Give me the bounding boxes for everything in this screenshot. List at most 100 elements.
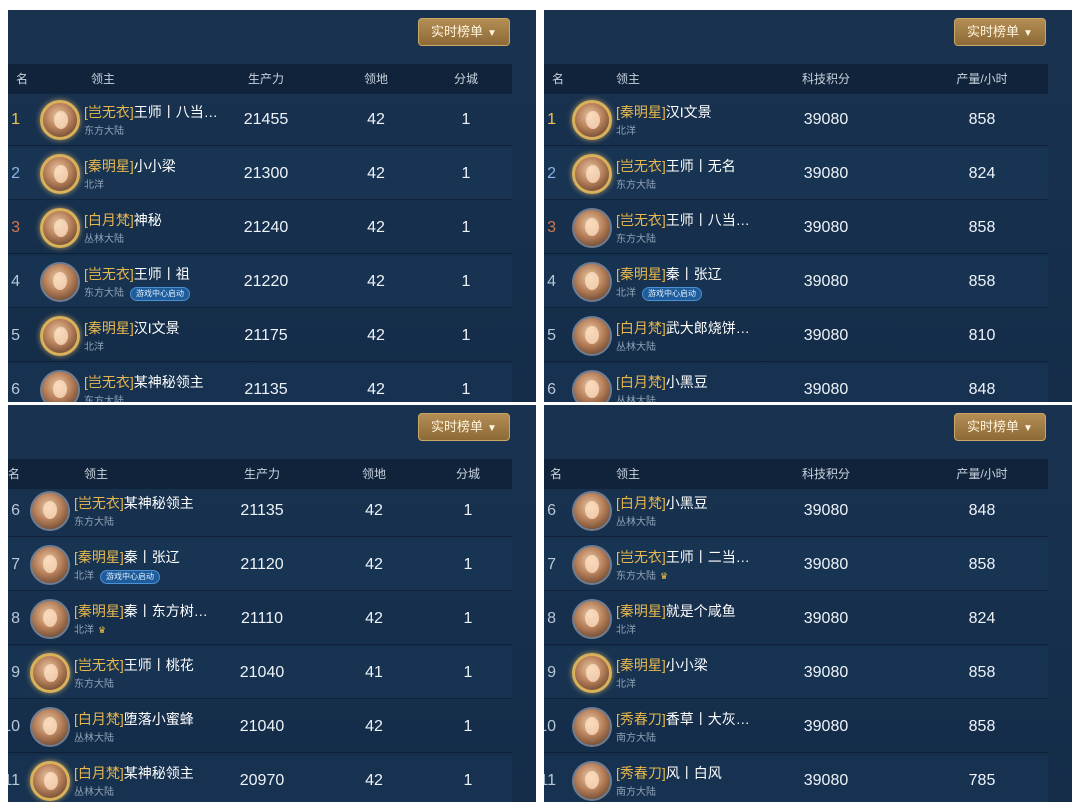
avatar-face: [54, 111, 68, 129]
lord-name[interactable]: [秀春刀]香草丨大灰…: [616, 709, 750, 729]
avatar[interactable]: [40, 100, 80, 140]
lord-name[interactable]: [岂无衣]王师丨桃花: [74, 655, 194, 675]
column-header[interactable]: 名: [16, 64, 28, 94]
rank-number: 9: [547, 664, 556, 681]
table-row[interactable]: 10 [白月梵]堕落小蜜蜂丛林大陆 21040 42 1: [8, 701, 512, 753]
rank-number: 10: [8, 718, 20, 735]
avatar[interactable]: [572, 545, 612, 585]
panel-bottom-left: 实时榜单 ▼ 名领主 生产力 领地 分城 6 [岂无衣]某神秘领主 东方大陆 21135 42 1 7[…: [8, 405, 536, 802]
realtime-leaderboard-button[interactable]: 实时榜单 ▼: [954, 18, 1046, 46]
realtime-leaderboard-button[interactable]: 实时榜单 ▼: [418, 18, 510, 46]
avatar-face: [585, 717, 599, 735]
avatar[interactable]: [572, 262, 612, 302]
lord-name[interactable]: [秦明星]小小梁: [616, 655, 708, 675]
table-row[interactable]: 9 [秦明星]小小梁 北洋 39080 858: [544, 647, 1048, 699]
table-row[interactable]: 3 [岂无衣]王师丨八当… 东方大陆 39080 858: [544, 202, 1048, 254]
player-name: 小小梁: [133, 158, 176, 174]
table-row[interactable]: 5 [秦明星]汉I文景 北洋 21175 42 1: [8, 310, 512, 362]
lord-name[interactable]: [岂无衣]某神秘领主: [84, 372, 204, 392]
lord-name[interactable]: [岂无衣]王师丨无名: [616, 156, 736, 176]
table-row[interactable]: 7 [秦明星]秦丨张辽 北洋 游戏中心启动 21120 42 1: [8, 539, 512, 591]
avatar[interactable]: [40, 262, 80, 302]
lord-name[interactable]: [岂无衣]王师丨八当…: [84, 102, 218, 122]
lord-name[interactable]: [白月梵]堕落小蜜蜂: [74, 709, 194, 729]
table-row[interactable]: 2 [岂无衣]王师丨无名 东方大陆 39080 824: [544, 148, 1048, 200]
avatar[interactable]: [572, 599, 612, 639]
table-row[interactable]: 3 [白月梵]神秘 丛林大陆 21240 42 1: [8, 202, 512, 254]
avatar[interactable]: [572, 491, 612, 531]
table-row[interactable]: 11 [白月梵]某神秘领主丛林大陆 20970 42 1: [8, 755, 512, 802]
lord-name[interactable]: [白月梵]神秘: [84, 210, 162, 230]
avatar[interactable]: [30, 707, 70, 747]
table-row[interactable]: 8 [秦明星]就是个咸鱼 北洋 39080 824: [544, 593, 1048, 645]
table-row[interactable]: 1 [岂无衣]王师丨八当… 东方大陆 21455 42 1: [8, 94, 512, 146]
table-row[interactable]: 6 [白月梵]小黑豆 丛林大陆 39080 848: [544, 364, 1048, 402]
avatar[interactable]: [572, 208, 612, 248]
alliance-tag: [白月梵]: [616, 320, 666, 336]
stat-value: 21300: [243, 165, 289, 182]
avatar[interactable]: [30, 761, 70, 801]
avatar[interactable]: [30, 653, 70, 693]
avatar[interactable]: [572, 154, 612, 194]
table-row[interactable]: 7 [岂无衣]王师丨二当… 东方大陆 ♛ 39080 858: [544, 539, 1048, 591]
column-header[interactable]: 产量/小时: [956, 64, 1007, 94]
avatar[interactable]: [40, 208, 80, 248]
table-row[interactable]: 5 [白月梵]武大郎烧饼… 丛林大陆 39080 810: [544, 310, 1048, 362]
lord-name[interactable]: [秦明星]汉I文景: [84, 318, 180, 338]
realtime-leaderboard-button[interactable]: 实时榜单 ▼: [418, 413, 510, 441]
avatar[interactable]: [572, 761, 612, 801]
lord-name[interactable]: [岂无衣]王师丨祖: [84, 264, 190, 284]
avatar[interactable]: [30, 545, 70, 585]
lord-name[interactable]: [白月梵]某神秘领主: [74, 763, 194, 783]
avatar-face: [585, 380, 599, 398]
column-header[interactable]: 领主: [616, 64, 640, 94]
lord-name[interactable]: [白月梵]小黑豆: [616, 372, 708, 392]
lord-name[interactable]: [秦明星]秦丨东方树…: [74, 601, 208, 621]
avatar[interactable]: [572, 316, 612, 356]
lord-name[interactable]: [岂无衣]王师丨二当…: [616, 547, 750, 567]
avatar[interactable]: [572, 653, 612, 693]
table-row[interactable]: 6 [白月梵]小黑豆 丛林大陆 39080 848: [544, 485, 1048, 537]
avatar[interactable]: [40, 370, 80, 402]
column-header[interactable]: 领主: [91, 64, 115, 94]
avatar-face: [43, 555, 57, 573]
panel-topbar: 实时榜单 ▼: [8, 405, 536, 457]
table-row[interactable]: 1 [秦明星]汉I文景 北洋 39080 858: [544, 94, 1048, 146]
player-name: 某神秘领主: [123, 765, 194, 781]
lord-name[interactable]: [秦明星]汉I文景: [616, 102, 712, 122]
table-row[interactable]: 9 [岂无衣]王师丨桃花 东方大陆 21040 41 1: [8, 647, 512, 699]
avatar[interactable]: [30, 491, 70, 531]
table-row[interactable]: 6 [岂无衣]某神秘领主 东方大陆 21135 42 1: [8, 364, 512, 402]
table-row[interactable]: 2 [秦明星]小小梁 北洋 21300 42 1: [8, 148, 512, 200]
column-header[interactable]: 生产力: [248, 64, 284, 94]
lord-name[interactable]: [白月梵]武大郎烧饼…: [616, 318, 750, 338]
lord-name[interactable]: [秀春刀]风丨白风: [616, 763, 722, 783]
table-row[interactable]: 4 [秦明星]秦丨张辽 北洋 游戏中心启动 39080 858: [544, 256, 1048, 308]
column-header[interactable]: 领地: [364, 64, 388, 94]
avatar[interactable]: [572, 707, 612, 747]
column-header[interactable]: 名: [552, 64, 564, 94]
lord-name[interactable]: [岂无衣]王师丨八当…: [616, 210, 750, 230]
lord-name[interactable]: [岂无衣]某神秘领主: [74, 493, 194, 513]
alliance-tag: [秦明星]: [616, 657, 666, 673]
avatar[interactable]: [40, 154, 80, 194]
avatar[interactable]: [572, 100, 612, 140]
column-header[interactable]: 科技积分: [802, 64, 850, 94]
lord-name[interactable]: [秦明星]就是个咸鱼: [616, 601, 736, 621]
lord-name[interactable]: [秦明星]秦丨张辽: [74, 547, 180, 567]
avatar[interactable]: [572, 370, 612, 402]
lord-name[interactable]: [秦明星]秦丨张辽: [616, 264, 722, 284]
avatar[interactable]: [40, 316, 80, 356]
table-row[interactable]: 4 [岂无衣]王师丨祖 东方大陆 游戏中心启动 21220 42 1: [8, 256, 512, 308]
region-name: 北洋: [74, 625, 94, 636]
table-row[interactable]: 10 [秀春刀]香草丨大灰… 南方大陆 39080 858: [544, 701, 1048, 753]
table-row[interactable]: 11 [秀春刀]风丨白风南方大陆 39080 785: [544, 755, 1048, 802]
lord-name[interactable]: [秦明星]小小梁: [84, 156, 176, 176]
column-header[interactable]: 分城: [454, 64, 478, 94]
avatar[interactable]: [30, 599, 70, 639]
lord-name[interactable]: [白月梵]小黑豆: [616, 493, 708, 513]
table-row[interactable]: 6 [岂无衣]某神秘领主 东方大陆 21135 42 1: [8, 485, 512, 537]
realtime-leaderboard-button[interactable]: 实时榜单 ▼: [954, 413, 1046, 441]
panel-bottom-right: 实时榜单 ▼ 名领主 科技积分 产量/小时 6 [白月梵]小黑豆 丛林大陆 39080 848 7[…: [544, 405, 1072, 802]
table-row[interactable]: 8 [秦明星]秦丨东方树… 北洋 ♛ 21110 42 1: [8, 593, 512, 645]
